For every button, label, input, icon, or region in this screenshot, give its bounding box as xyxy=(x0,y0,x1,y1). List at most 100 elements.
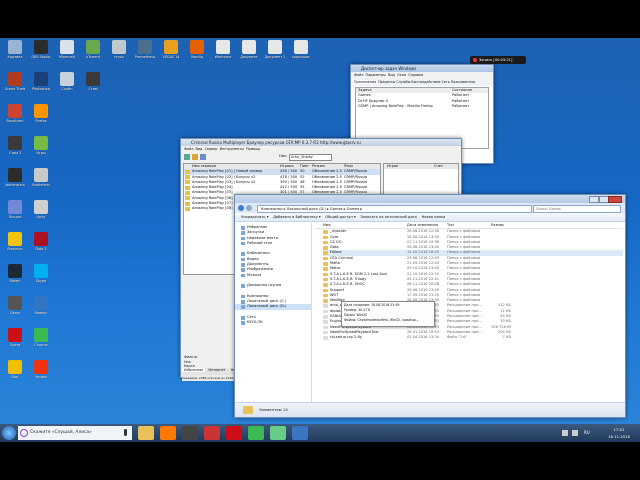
desktop-icon[interactable]: Discord xyxy=(2,200,28,230)
col-type[interactable]: Тип xyxy=(447,223,454,228)
tray-network-icon[interactable] xyxy=(562,430,568,436)
menu-help[interactable]: Справка xyxy=(408,73,423,77)
crumb-games[interactable]: Games xyxy=(330,207,343,211)
desktop-icon[interactable]: Документ xyxy=(236,40,262,70)
tab-processes[interactable]: Процессы xyxy=(378,80,395,84)
desktop-icon[interactable]: Wolfenstein xyxy=(2,168,28,198)
desktop-icon[interactable]: Firefox xyxy=(28,104,54,134)
menu-file[interactable]: Файл xyxy=(354,73,363,77)
col-player[interactable]: Игрок xyxy=(387,164,398,169)
menu-options[interactable]: Параметры xyxy=(366,73,386,77)
nick-input[interactable]: Artur_Shelby xyxy=(289,154,332,161)
desktop-icon[interactable]: Pixelmon xyxy=(2,232,28,262)
media-icon[interactable] xyxy=(182,426,198,440)
desktop-icon[interactable]: Dota 2 xyxy=(28,232,54,262)
gta-icon[interactable] xyxy=(270,426,286,440)
desktop-icon[interactable]: Photoshop xyxy=(28,72,54,102)
menu-view[interactable]: Вид xyxy=(388,73,395,77)
desktop-icon[interactable]: Корзина xyxy=(2,40,28,70)
language-indicator[interactable]: RU xyxy=(584,424,590,442)
app-icon xyxy=(60,72,74,86)
tab-applications[interactable]: Приложения xyxy=(353,80,378,84)
tab-services[interactable]: Службы xyxy=(396,80,410,84)
close-button[interactable] xyxy=(608,196,622,203)
burn-button[interactable]: Записать на оптический диск xyxy=(360,215,417,219)
toolbar-play-icon[interactable] xyxy=(184,154,190,160)
gta-menu-tools[interactable]: Инструменты xyxy=(220,147,244,151)
breadcrumb[interactable]: Компьютер ▸ Локальный диск (D:) ▸ Games … xyxy=(257,205,532,213)
organize-button[interactable]: Упорядочить xyxy=(241,215,266,219)
toolbar-add-icon[interactable] xyxy=(200,154,206,160)
file-row[interactable]: rld.setup.rxp 2.6y 01.04.2016 13:34 Файл "… xyxy=(323,335,623,340)
clock-date: 16.11.2016 xyxy=(608,434,630,439)
desktop-icon[interactable]: Unity xyxy=(28,200,54,230)
desktop-icon[interactable]: Игры xyxy=(28,136,54,166)
task-row[interactable]: GSMP | Amazing RolePlay - Mozilla Firefo… xyxy=(356,104,488,109)
toolbar-refresh-icon[interactable] xyxy=(192,154,198,160)
desktop-icon[interactable]: Radmin xyxy=(28,296,54,326)
forward-button[interactable] xyxy=(246,205,252,211)
desktop-icon[interactable]: Grand Theft xyxy=(2,72,28,102)
camera-icon[interactable] xyxy=(204,426,220,440)
crumb-drive[interactable]: Локальный диск (D:) xyxy=(287,207,326,211)
desktop-icon[interactable]: Chrome xyxy=(28,328,54,358)
desktop-icon[interactable]: Стим xyxy=(80,72,106,102)
new-folder-button[interactable]: Новая папка xyxy=(422,215,446,219)
menu-windows[interactable]: Окна xyxy=(397,73,406,77)
desktop-icon[interactable]: Bandicam xyxy=(2,104,28,134)
tab-network[interactable]: Сеть xyxy=(441,80,449,84)
crumb-computer[interactable]: Компьютер xyxy=(261,207,283,211)
desktop-icon[interactable]: Скайп xyxy=(54,72,80,102)
search-input[interactable]: Поиск: Games xyxy=(533,205,621,213)
opera-icon[interactable] xyxy=(226,426,242,440)
desktop-icon[interactable]: Battlefield xyxy=(28,168,54,198)
desktop-icon[interactable]: Yandex xyxy=(28,360,54,390)
share-button[interactable]: Общий доступ xyxy=(325,215,352,219)
desktop-icon[interactable]: Star xyxy=(2,360,28,390)
desktop-icon[interactable]: Skype xyxy=(28,264,54,294)
add-library-button[interactable]: Добавить в библиотеку xyxy=(273,215,318,219)
task-icon[interactable] xyxy=(292,426,308,440)
minimize-button[interactable] xyxy=(589,196,599,203)
back-button[interactable] xyxy=(238,205,244,211)
desktop-icon[interactable]: Документ 2 xyxy=(262,40,288,70)
tab-favorites[interactable]: Избранное xyxy=(182,368,206,372)
clock[interactable]: 17:01 16.11.2016 xyxy=(602,426,636,440)
desktop-icon[interactable]: Minecraft xyxy=(54,40,80,70)
desktop-icon[interactable]: OBS Studio xyxy=(28,40,54,70)
desktop-icon[interactable]: Steam xyxy=(2,264,28,294)
desktop-icon[interactable]: VEGAS 14 xyxy=(158,40,184,70)
tray-volume-icon[interactable] xyxy=(572,430,578,436)
desktop-icon[interactable]: Warframe xyxy=(210,40,236,70)
desktop-icon[interactable]: Opera xyxy=(2,328,28,358)
folder-icon[interactable] xyxy=(138,426,154,440)
desktop-icon[interactable]: Gears xyxy=(2,296,28,326)
desktop-icon[interactable]: Стим 2 xyxy=(2,136,28,166)
app-icon xyxy=(34,168,48,182)
firefox-icon[interactable] xyxy=(160,426,176,440)
col-score[interactable]: Счет xyxy=(434,164,443,169)
desktop-icon[interactable]: Prometheus xyxy=(132,40,158,70)
col-size[interactable]: Размер xyxy=(491,223,504,228)
chrome-icon[interactable] xyxy=(248,426,264,440)
gta-menu-view[interactable]: Вид xyxy=(196,147,203,151)
desktop-icon[interactable]: скриншот xyxy=(288,40,314,70)
col-date[interactable]: Дата изменения xyxy=(407,223,438,228)
tab-performance[interactable]: Быстродействие xyxy=(411,80,440,84)
app-icon xyxy=(34,136,48,150)
desktop-icon[interactable]: Mozilla xyxy=(184,40,210,70)
col-name[interactable]: Имя xyxy=(323,223,331,228)
explorer-window[interactable]: Компьютер ▸ Локальный диск (D:) ▸ Games … xyxy=(234,194,626,418)
gta-menu-server[interactable]: Сервер xyxy=(205,147,218,151)
gta-menu-help[interactable]: Помощь xyxy=(246,147,260,151)
start-button[interactable] xyxy=(2,426,16,440)
desktop-icon[interactable]: crysis xyxy=(106,40,132,70)
tab-users[interactable]: Пользователи xyxy=(451,80,475,84)
gta-menu-file[interactable]: Файл xyxy=(184,147,193,151)
desktop-icon[interactable]: uTorrent xyxy=(80,40,106,70)
microphone-icon[interactable] xyxy=(124,429,127,436)
voice-search-box[interactable]: Скажите «Слушай, Алиса» xyxy=(18,426,132,440)
tab-internet[interactable]: Интернет xyxy=(206,368,227,372)
crumb-games-2[interactable]: Games xyxy=(347,207,360,211)
nav-item[interactable]: KEYS-ПК xyxy=(235,320,311,325)
